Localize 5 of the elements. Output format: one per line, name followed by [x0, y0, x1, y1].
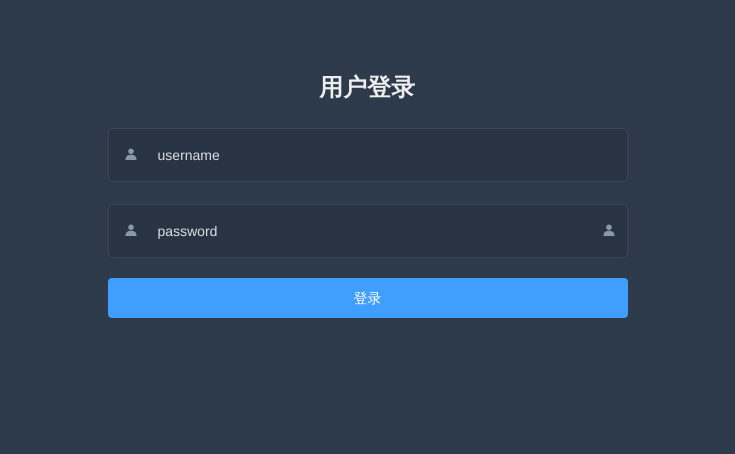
input-field[interactable]: username [108, 128, 628, 182]
login-title: 用户登录 [320, 73, 416, 103]
user-icon [124, 148, 136, 160]
input-field[interactable]: password [108, 204, 628, 258]
user-icon [124, 224, 136, 236]
